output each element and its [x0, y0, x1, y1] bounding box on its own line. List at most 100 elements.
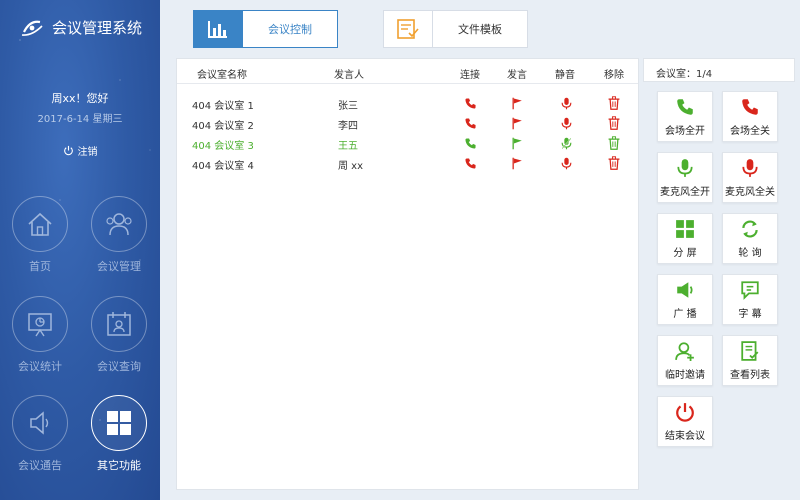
tab-bar: 会议控制 文件模板 — [160, 0, 800, 56]
nav-item-meeting-management[interactable]: 会议管理 — [84, 196, 154, 274]
button-label: 广 播 — [673, 309, 697, 320]
mute-button[interactable] — [559, 136, 573, 150]
button-label: 结束会议 — [665, 431, 705, 442]
home-icon — [28, 212, 52, 236]
nav-label-meeting-notice: 会议通告 — [18, 459, 62, 472]
all-mics-on-button[interactable]: 麦克风全开 — [657, 152, 713, 203]
flag-icon — [512, 137, 522, 149]
document-check-icon — [397, 19, 419, 39]
speaker-icon — [30, 411, 49, 435]
polling-button[interactable]: 轮 询 — [722, 213, 778, 264]
microphone-icon — [561, 117, 571, 129]
button-label: 会场全开 — [665, 126, 705, 137]
split-screen-button[interactable]: 分 屏 — [657, 213, 713, 264]
speak-button[interactable] — [510, 116, 524, 130]
speak-button[interactable] — [510, 136, 524, 150]
bar-chart-icon — [208, 21, 227, 38]
user-greeting: 周xx！您好 — [51, 92, 109, 105]
nav-item-meeting-statistics[interactable]: 会议统计 — [5, 296, 75, 374]
subtitle-icon — [741, 281, 759, 300]
all-venues-on-button[interactable]: 会场全开 — [657, 91, 713, 142]
tab-label: 会议控制 — [268, 23, 312, 36]
speaker-name: 张三 — [338, 101, 358, 112]
nav-label-other-functions: 其它功能 — [97, 459, 141, 472]
end-meeting-button[interactable]: 结束会议 — [657, 396, 713, 447]
speak-button[interactable] — [510, 96, 524, 110]
table-row[interactable]: 404 会议室 3 王五 — [177, 134, 638, 154]
trash-icon — [608, 156, 620, 170]
trash-icon — [608, 136, 620, 150]
all-venues-off-button[interactable]: 会场全关 — [722, 91, 778, 142]
nav-label-meeting-query: 会议查询 — [97, 360, 141, 373]
room-name: 404 会议室 4 — [192, 161, 254, 172]
connect-button[interactable] — [463, 136, 477, 150]
nav-label-home: 首页 — [29, 260, 51, 273]
tab-meeting-control[interactable]: 会议控制 — [193, 10, 338, 48]
remove-button[interactable] — [607, 96, 621, 110]
button-label: 会场全关 — [730, 126, 770, 137]
phone-icon — [464, 97, 476, 109]
meeting-room-table: 会议室名称 发言人 连接 发言 静音 移除 404 会议室 1 张三 404 会议室… — [176, 58, 639, 490]
view-list-button[interactable]: 查看列表 — [722, 335, 778, 386]
phone-icon — [742, 99, 758, 115]
trash-icon — [608, 116, 620, 130]
logout-button[interactable]: 注销 — [0, 143, 160, 158]
all-mics-off-button[interactable]: 麦克风全关 — [722, 152, 778, 203]
connect-button[interactable] — [463, 156, 477, 170]
logo-icon — [21, 20, 43, 36]
table-row[interactable]: 404 会议室 4 周 xx — [177, 154, 638, 174]
microphone-icon — [677, 159, 693, 177]
room-count: 会议室：1/4 — [656, 69, 713, 80]
split-screen-icon — [676, 220, 694, 238]
header-speak: 发言 — [507, 70, 527, 81]
flag-icon — [512, 117, 522, 129]
microphone-icon — [561, 157, 571, 169]
speaker-name: 王五 — [338, 141, 358, 152]
button-label: 临时邀请 — [665, 370, 705, 381]
button-label: 分 屏 — [673, 248, 697, 259]
speaker-name: 周 xx — [338, 161, 364, 172]
microphone-muted-icon — [561, 137, 571, 149]
mute-button[interactable] — [559, 116, 573, 130]
trash-icon — [608, 96, 620, 110]
broadcast-icon — [677, 282, 693, 298]
nav-item-home[interactable]: 首页 — [5, 196, 75, 274]
speak-button[interactable] — [510, 156, 524, 170]
mute-button[interactable] — [559, 156, 573, 170]
mute-button[interactable] — [559, 96, 573, 110]
chart-board-icon — [28, 313, 52, 337]
remove-button[interactable] — [607, 116, 621, 130]
nav-label-meeting-management: 会议管理 — [97, 260, 141, 273]
grid-icon — [107, 411, 131, 435]
room-name: 404 会议室 1 — [192, 101, 254, 112]
connect-button[interactable] — [463, 116, 477, 130]
tab-label: 文件模板 — [458, 23, 502, 36]
subtitle-button[interactable]: 字 幕 — [722, 274, 778, 325]
button-label: 字 幕 — [738, 309, 762, 320]
remove-button[interactable] — [607, 156, 621, 170]
nav-item-meeting-notice[interactable]: 会议通告 — [5, 395, 75, 473]
button-label: 麦克风全关 — [725, 187, 775, 198]
power-icon — [63, 145, 73, 156]
refresh-icon — [742, 220, 758, 238]
button-label: 查看列表 — [730, 370, 770, 381]
header-connect: 连接 — [460, 70, 480, 81]
temporary-invite-button[interactable]: 临时邀请 — [657, 335, 713, 386]
table-row[interactable]: 404 会议室 2 李四 — [177, 114, 638, 134]
nav-item-other-functions[interactable]: 其它功能 — [84, 395, 154, 473]
phone-icon — [464, 157, 476, 169]
nav-item-meeting-query[interactable]: 会议查询 — [84, 296, 154, 374]
room-name: 404 会议室 2 — [192, 121, 254, 132]
flag-icon — [512, 157, 522, 169]
table-row[interactable]: 404 会议室 1 张三 — [177, 94, 638, 114]
header-remove: 移除 — [604, 70, 624, 81]
right-panel-header: 会议室：1/4 — [643, 58, 795, 82]
current-date: 2017-6-14 星期三 — [37, 114, 123, 125]
connect-button[interactable] — [463, 96, 477, 110]
remove-button[interactable] — [607, 136, 621, 150]
logout-label: 注销 — [77, 147, 98, 158]
tab-file-template[interactable]: 文件模板 — [383, 10, 528, 48]
flag-icon — [512, 97, 522, 109]
microphone-icon — [742, 159, 758, 177]
broadcast-button[interactable]: 广 播 — [657, 274, 713, 325]
